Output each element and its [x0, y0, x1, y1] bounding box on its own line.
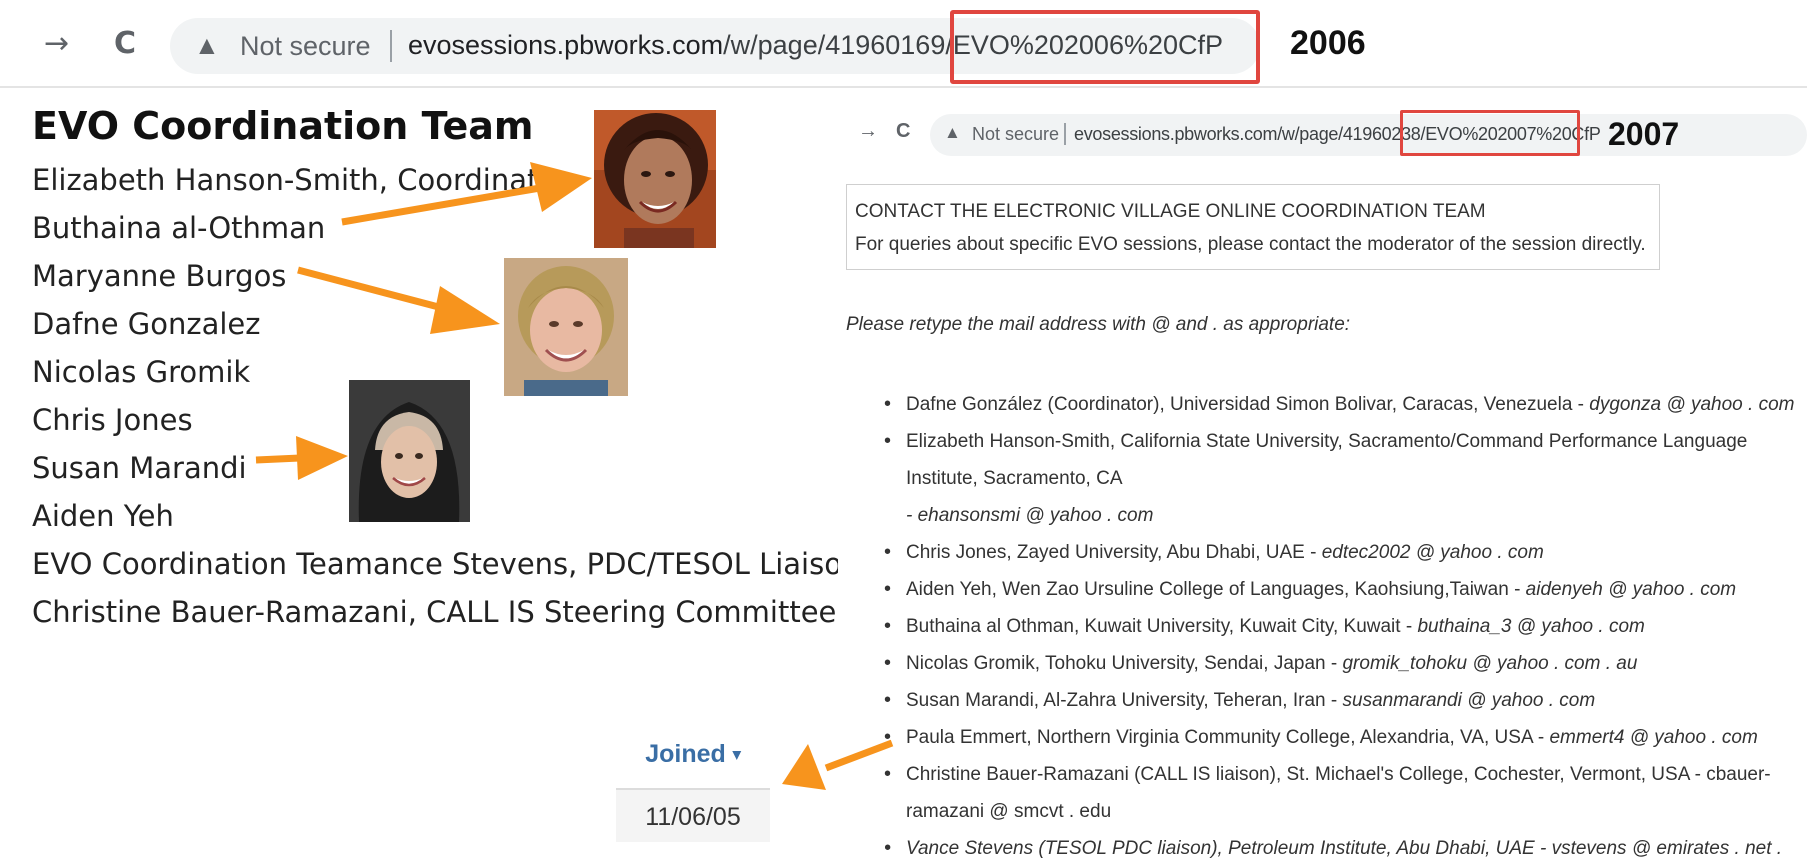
contact-heading: CONTACT THE ELECTRONIC VILLAGE ONLINE CO…: [855, 201, 1486, 222]
url-highlight-box: [950, 10, 1260, 84]
member-email: aidenyeh @ yahoo . com: [1525, 579, 1737, 600]
team-member: EVO Coordination Teamance Stevens, PDC/T…: [32, 547, 838, 581]
list-item: Aiden Yeh, Wen Zao Ursuline College of L…: [880, 571, 1807, 608]
contact-box: CONTACT THE ELECTRONIC VILLAGE ONLINE CO…: [846, 184, 1660, 270]
contact-note: For queries about specific EVO sessions,…: [855, 234, 1646, 255]
list-item: Christine Bauer-Ramazani (CALL IS liaiso…: [880, 756, 1807, 830]
list-item: Buthaina al Othman, Kuwait University, K…: [880, 608, 1807, 645]
team-list-2006: EVO Coordination Team Elizabeth Hanson-S…: [32, 104, 838, 636]
member-text: Aiden Yeh, Wen Zao Ursuline College of L…: [906, 579, 1526, 600]
member-text: Vance Stevens (TESOL PDC liaison), Petro…: [906, 838, 1783, 859]
member-text: Dafne González (Coordinator), Universida…: [906, 394, 1590, 415]
address-separator: [1064, 123, 1066, 145]
list-item: Chris Jones, Zayed University, Abu Dhabi…: [880, 534, 1807, 571]
team-member: Maryanne Burgos: [32, 259, 287, 293]
member-text: Elizabeth Hanson-Smith, California State…: [906, 431, 1748, 489]
retype-note: Please retype the mail address with @ an…: [846, 314, 1351, 335]
browser-bar-2006: → C ▲ Not secure evosessions.pbworks.com…: [0, 0, 1807, 88]
warning-icon: ▲: [194, 30, 220, 60]
list-item: Dafne González (Coordinator), Universida…: [880, 386, 1807, 423]
member-email: gromik_tohoku @ yahoo . com . au: [1342, 653, 1638, 674]
member-email: - ehansonsmi @ yahoo . com: [906, 505, 1154, 526]
forward-icon[interactable]: →: [44, 26, 69, 61]
team-member: Buthaina al-Othman: [32, 211, 326, 245]
member-text: Buthaina al Othman, Kuwait University, K…: [906, 616, 1418, 637]
member-email: emmert4 @ yahoo . com: [1549, 727, 1758, 748]
photo-maryanne: [504, 258, 628, 396]
reload-icon[interactable]: C: [114, 26, 136, 61]
joined-header-label: Joined: [645, 740, 726, 768]
member-email: susanmarandi @ yahoo . com: [1342, 690, 1596, 711]
member-text: Chris Jones, Zayed University, Abu Dhabi…: [906, 542, 1322, 563]
joined-header[interactable]: Joined ▾: [616, 730, 770, 778]
member-email: dygonza @ yahoo . com: [1589, 394, 1795, 415]
member-text: Paula Emmert, Northern Virginia Communit…: [906, 727, 1550, 748]
forward-icon[interactable]: →: [858, 120, 878, 143]
warning-icon: ▲: [944, 123, 961, 142]
team-member: Christine Bauer-Ramazani, CALL IS Steeri…: [32, 595, 838, 629]
url-highlight-box: [1400, 110, 1580, 156]
member-text: Christine Bauer-Ramazani (CALL IS liaiso…: [906, 764, 1771, 822]
list-item: Elizabeth Hanson-Smith, California State…: [880, 423, 1807, 534]
list-item: Nicolas Gromik, Tohoku University, Senda…: [880, 645, 1807, 682]
address-separator: [390, 30, 392, 62]
arrow-head-joined: [782, 744, 826, 790]
team-member: Dafne Gonzalez: [32, 307, 261, 341]
photo-buthaina: [594, 110, 716, 248]
team-member: Elizabeth Hanson-Smith, Coordinator: [32, 163, 569, 197]
member-email: buthaina_3 @ yahoo . com: [1417, 616, 1645, 637]
year-label-2006: 2006: [1290, 24, 1366, 62]
member-email: edtec2002 @ yahoo . com: [1321, 542, 1544, 563]
year-label-2007: 2007: [1608, 116, 1680, 152]
member-text: Nicolas Gromik, Tohoku University, Senda…: [906, 653, 1343, 674]
members-list-2007: Dafne González (Coordinator), Universida…: [880, 386, 1807, 862]
joined-date: 11/06/05: [616, 788, 770, 842]
not-secure-label[interactable]: Not secure: [240, 31, 371, 62]
member-text: Susan Marandi, Al-Zahra University, Tehe…: [906, 690, 1343, 711]
reload-icon[interactable]: C: [896, 120, 910, 143]
not-secure-label[interactable]: Not secure: [972, 124, 1059, 145]
caret-down-icon: ▾: [732, 746, 741, 764]
photo-susan: [349, 380, 470, 522]
list-item: Susan Marandi, Al-Zahra University, Tehe…: [880, 682, 1807, 719]
url-host: evosessions.pbworks.com: [1074, 124, 1278, 144]
list-item: Paula Emmert, Northern Virginia Communit…: [880, 719, 1807, 756]
bar-divider: [0, 86, 1807, 88]
url-host: evosessions.pbworks.com: [408, 30, 724, 60]
team-title: EVO Coordination Team: [32, 104, 534, 148]
joined-column: Joined ▾ 11/06/05: [616, 730, 770, 842]
list-item: Vance Stevens (TESOL PDC liaison), Petro…: [880, 830, 1807, 862]
browser-bar-2007: → C ▲ Not secure evosessions.pbworks.com…: [840, 110, 1807, 160]
